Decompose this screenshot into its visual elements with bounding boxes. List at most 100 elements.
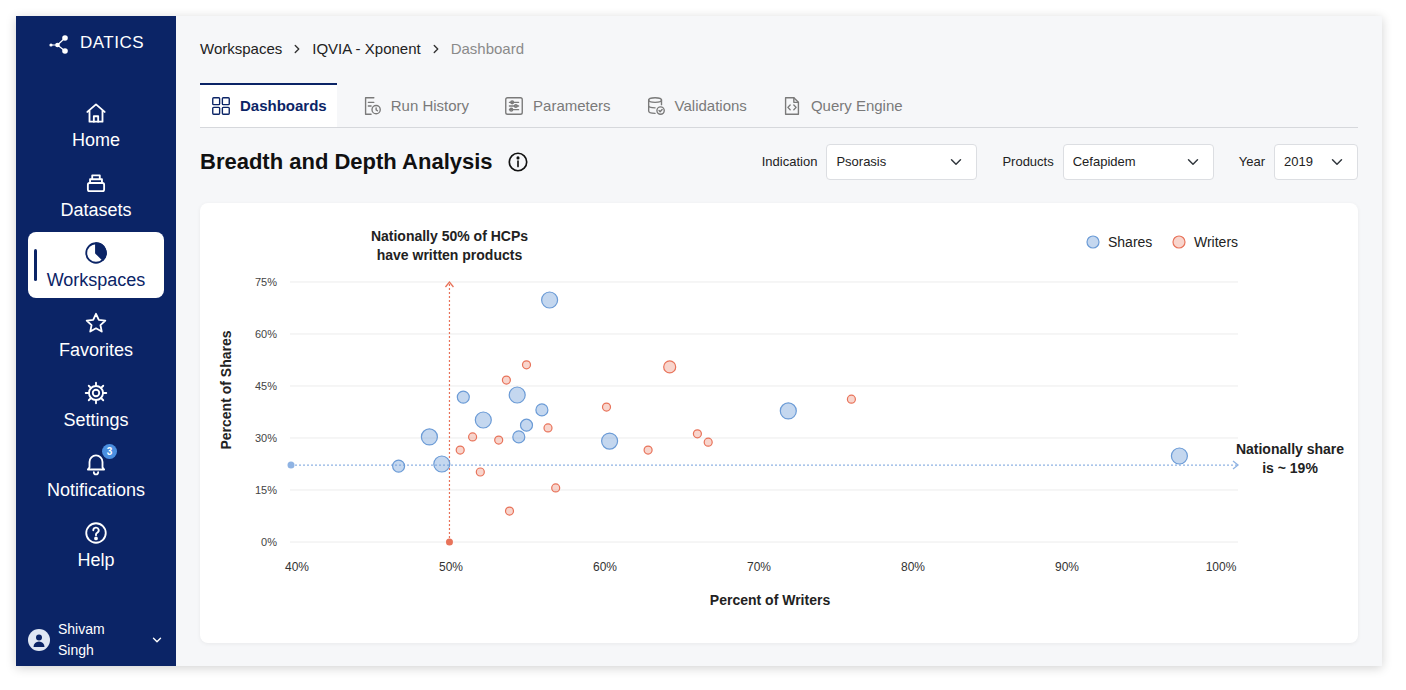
data-point[interactable] [693,430,701,438]
shares-series [393,292,1188,472]
data-point[interactable] [704,438,712,446]
gear-icon [83,380,109,406]
data-point[interactable] [393,460,405,472]
page-title-text: Breadth and Depth Analysis [200,149,493,175]
sidebar-item-icon-wrap [83,100,109,126]
data-point[interactable] [521,419,533,431]
data-point[interactable] [476,468,484,476]
x-tick: 70% [747,560,771,574]
logo-icon [48,33,74,55]
y-tick: 30% [255,432,277,444]
sliders-icon [503,95,525,117]
writers-series [456,361,855,515]
filter-select[interactable]: 2019 [1274,144,1358,180]
reference-label: is ~ 19% [1262,460,1318,476]
breadcrumb-item[interactable]: IQVIA - Xponent [312,40,420,58]
sidebar-item[interactable]: Settings [28,372,164,438]
sidebar-menu: HomeDatasets Workspaces Favorites Settings 3… [16,92,176,578]
breadcrumb-item[interactable]: Dashboard [451,40,524,58]
sidebar-item[interactable]: Home [28,92,164,158]
grid-line [290,385,1238,386]
sidebar-item-icon-wrap [83,310,109,336]
active-indicator [34,249,37,281]
reference-dot [446,539,453,546]
data-point[interactable] [469,433,477,441]
sidebar-label: Favorites [59,340,133,361]
data-point[interactable] [523,361,531,369]
sidebar-label: Workspaces [47,270,146,291]
home-icon [83,100,109,126]
data-point[interactable] [457,391,469,403]
reference-label: Nationally share [1236,441,1344,457]
data-point[interactable] [542,292,558,308]
breadcrumb-item[interactable]: Workspaces [200,40,282,58]
page-title: Breadth and Depth Analysis [200,149,529,175]
dashed-line [449,282,450,542]
legend-label: Shares [1108,234,1152,250]
x-tick: 80% [901,560,925,574]
data-point[interactable] [780,403,796,419]
tab-label: Parameters [533,95,611,118]
tab[interactable]: Query Engine [771,83,913,127]
data-point[interactable] [502,376,510,384]
sidebar: DATICS HomeDatasets Workspaces Favorites Se… [16,16,176,666]
grid-icon [210,95,232,117]
filter-label: Indication [762,152,818,172]
sidebar-item-icon-wrap [83,170,109,196]
sidebar-item-icon-wrap [83,240,109,266]
data-point[interactable] [1171,448,1187,464]
data-point[interactable] [421,429,437,445]
data-point[interactable] [509,387,525,403]
data-point[interactable] [513,431,525,443]
filters: Indication Psorasis ProductsCefapidem Year2… [762,144,1358,180]
sidebar-item[interactable]: 3Notifications [28,442,164,508]
info-icon[interactable] [507,151,529,173]
user-menu[interactable]: Shivam Singh [16,614,176,666]
tab[interactable]: Parameters [493,83,621,127]
x-tick: 60% [593,560,617,574]
breadcrumb: Workspaces IQVIA - Xponent Dashboard [200,40,1358,58]
sidebar-item[interactable]: Datasets [28,162,164,228]
reference-dot [288,462,295,469]
sidebar-item[interactable]: Workspaces [28,232,164,298]
sidebar-label: Settings [63,410,128,431]
data-point[interactable] [552,484,560,492]
data-point[interactable] [434,456,450,472]
data-point[interactable] [536,404,548,416]
data-point[interactable] [644,446,652,454]
filter-select[interactable]: Psorasis [826,144,977,180]
x-tick: 100% [1206,560,1237,574]
sidebar-item-icon-wrap [83,380,109,406]
sidebar-item[interactable]: Help [28,512,164,578]
brand-name: DATICS [80,33,144,53]
x-axis-title: Percent of Writers [710,592,831,608]
filter-select[interactable]: Cefapidem [1063,144,1214,180]
x-tick: 40% [285,560,309,574]
help-icon [83,520,109,546]
y-tick: 75% [255,276,277,288]
tab-label: Validations [675,95,747,118]
filter-group: Year2019 [1239,144,1358,180]
filter-group: ProductsCefapidem [1002,144,1213,180]
data-point[interactable] [456,446,464,454]
data-point[interactable] [847,395,855,403]
data-point[interactable] [495,436,503,444]
data-point[interactable] [544,424,552,432]
data-point[interactable] [664,361,676,373]
data-point[interactable] [603,403,611,411]
y-tick: 0% [261,536,277,548]
y-tick: 45% [255,380,277,392]
chevron-right-icon [290,42,304,56]
logo[interactable]: DATICS [16,16,176,92]
sidebar-item[interactable]: Favorites [28,302,164,368]
data-point[interactable] [602,433,618,449]
data-point[interactable] [506,507,514,515]
tab[interactable]: Validations [635,83,757,127]
x-tick: 50% [439,560,463,574]
chevron-right-icon [429,42,443,56]
tab-bar: Dashboards Run History Parameters Validatio… [200,83,1358,128]
tab[interactable]: Dashboards [200,83,337,127]
workspaces-icon [83,240,109,266]
data-point[interactable] [475,412,491,428]
tab[interactable]: Run History [351,83,479,127]
